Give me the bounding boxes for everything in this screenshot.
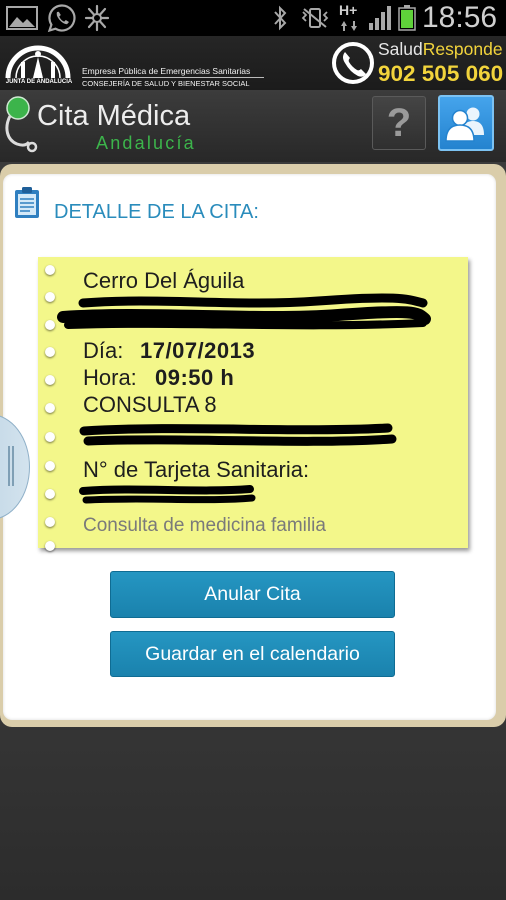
detail-heading: DETALLE DE LA CITA: — [54, 201, 259, 223]
signal-icon — [368, 6, 392, 30]
org-divider — [82, 77, 264, 78]
grip-line — [12, 446, 14, 486]
redacted-scribble — [57, 293, 431, 504]
battery-icon — [398, 5, 416, 31]
users-icon — [444, 105, 488, 143]
burst-icon — [84, 4, 110, 32]
phone-ring-icon — [331, 39, 375, 87]
save-to-calendar-button[interactable]: Guardar en el calendario — [110, 631, 395, 677]
vibrate-icon — [301, 7, 329, 29]
network-type: H+ — [339, 2, 358, 18]
drawer-handle[interactable] — [0, 412, 31, 522]
app-subtitle: Andalucía — [96, 133, 196, 153]
stethoscope-icon — [2, 94, 42, 156]
salud-responde-part1: Salud — [378, 39, 423, 59]
app-screen: H+ 18:56 JUNTA DE ANDALUCIA Empresa Públ… — [0, 0, 506, 900]
junta-logo-text: JUNTA DE ANDALUCIA — [5, 79, 73, 85]
org-name: Empresa Pública de Emergencias Sanitaria… — [82, 66, 251, 76]
gallery-icon — [6, 6, 38, 30]
help-button[interactable]: ? — [372, 96, 426, 150]
clipboard-icon — [14, 186, 40, 219]
users-button[interactable] — [438, 95, 494, 151]
salud-responde-phone: 902 505 060 — [378, 61, 504, 86]
cancel-appointment-button[interactable]: Anular Cita — [110, 571, 395, 618]
clock: 18:56 — [422, 1, 498, 34]
salud-responde-title: SaludResponde — [378, 39, 503, 59]
salud-responde-part2: Responde — [422, 39, 503, 59]
app-title: Cita Médica — [37, 100, 191, 132]
bluetooth-icon — [272, 5, 288, 31]
whatsapp-icon — [47, 3, 77, 33]
data-activity-icon — [340, 20, 358, 32]
grip-line — [8, 446, 10, 486]
drawer-handle-shape — [0, 414, 30, 520]
status-bar: H+ 18:56 — [0, 0, 506, 36]
appointment-note: Cerro Del Águila Día: 17/07/2013 Hora: 0… — [38, 257, 468, 551]
org-department: CONSEJERÍA DE SALUD Y BIENESTAR SOCIAL — [82, 79, 250, 88]
junta-emblem-icon — [2, 38, 74, 80]
